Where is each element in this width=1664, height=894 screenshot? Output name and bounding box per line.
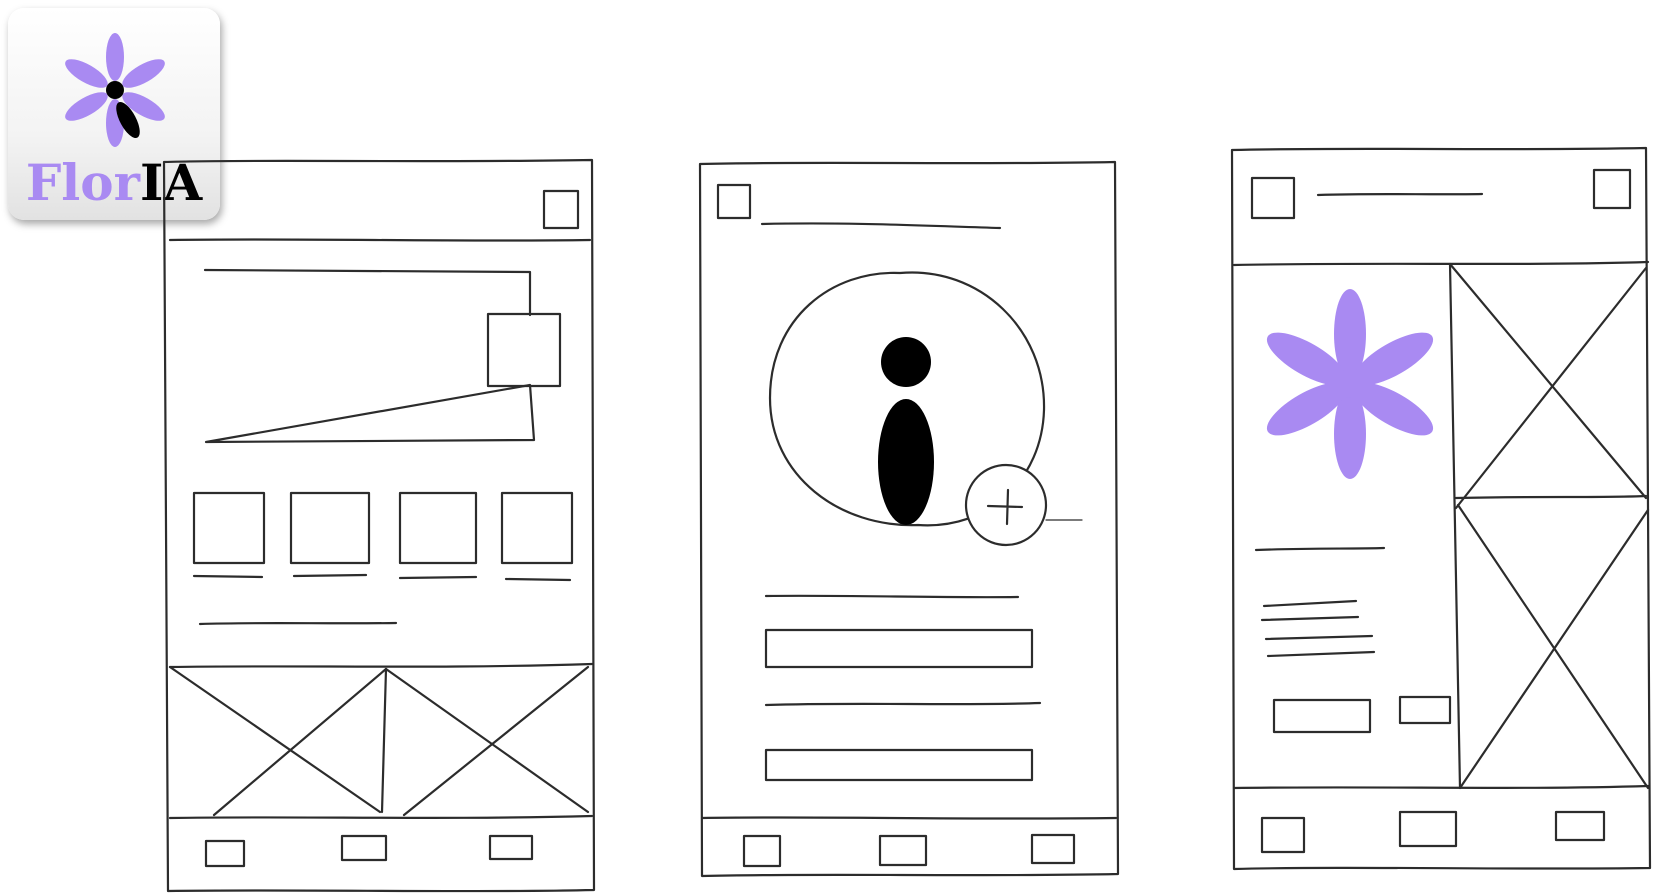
screen-detail-wireframe xyxy=(1230,146,1652,871)
wireframe-sketches xyxy=(162,146,1652,893)
flower-icon xyxy=(1266,289,1434,479)
screen-home-wireframe xyxy=(162,158,596,893)
menu-box-icon xyxy=(1592,168,1632,210)
menu-box-icon xyxy=(542,189,580,230)
info-icon xyxy=(878,337,934,525)
image-placeholder-icon xyxy=(486,312,562,388)
add-icon xyxy=(964,463,1048,547)
